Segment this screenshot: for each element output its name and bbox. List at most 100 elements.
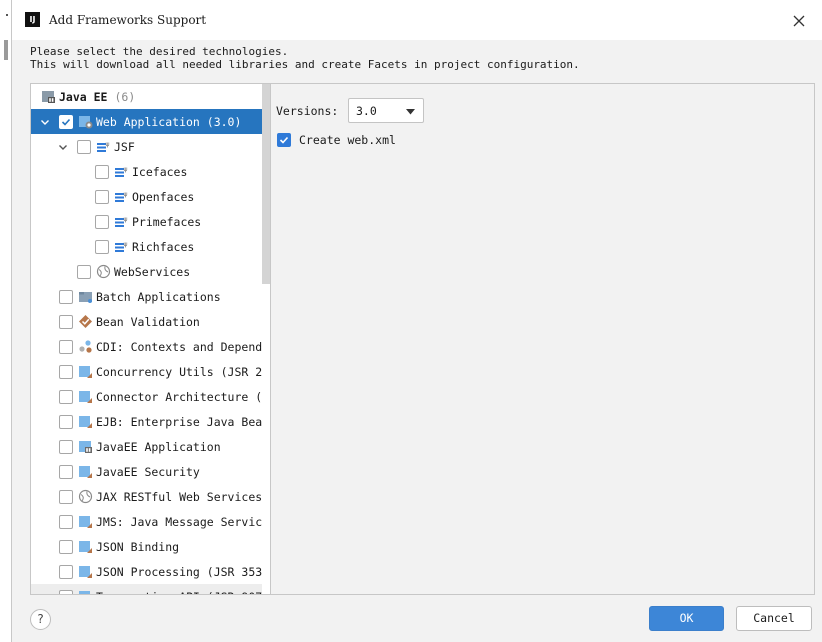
jsf-icon-glyph: ψ bbox=[97, 141, 110, 152]
tree-item[interactable]: WebServices bbox=[31, 259, 262, 284]
tree-item[interactable]: JavaEE Application bbox=[31, 434, 262, 459]
tree-item-checkbox[interactable] bbox=[59, 389, 73, 404]
tree-item-checkbox[interactable] bbox=[59, 289, 73, 304]
web-app-icon bbox=[78, 114, 93, 129]
tree-item[interactable]: EJB: Enterprise Java Beans bbox=[31, 409, 262, 434]
cdi-icon-glyph bbox=[79, 340, 92, 353]
jsf-icon: ψ bbox=[96, 139, 111, 154]
background-window-dot bbox=[6, 14, 8, 16]
tree-item-checkbox[interactable] bbox=[59, 114, 73, 129]
jsf-icon: ψ bbox=[114, 164, 129, 179]
checkmark-icon bbox=[61, 118, 71, 126]
tree-item-checkbox[interactable] bbox=[95, 189, 109, 204]
module-icon-glyph bbox=[79, 541, 92, 553]
tree-item[interactable]: ψ Richfaces bbox=[31, 234, 262, 259]
description-line-2: This will download all needed libraries … bbox=[30, 58, 580, 71]
bean-validation-icon-glyph bbox=[79, 315, 92, 328]
tree-item-checkbox[interactable] bbox=[59, 589, 73, 594]
tree-item-checkbox[interactable] bbox=[59, 364, 73, 379]
dialog-title: Add Frameworks Support bbox=[49, 13, 207, 27]
tree-item-checkbox[interactable] bbox=[59, 464, 73, 479]
close-button[interactable] bbox=[790, 12, 808, 30]
jsf-icon-glyph: ψ bbox=[115, 191, 128, 202]
tree-item-checkbox[interactable] bbox=[59, 539, 73, 554]
versions-dropdown[interactable]: 3.0 bbox=[348, 98, 424, 123]
ok-button[interactable]: OK bbox=[649, 606, 724, 631]
module-icon bbox=[78, 364, 93, 379]
tree-item-checkbox[interactable] bbox=[59, 439, 73, 454]
tree-item-checkbox[interactable] bbox=[59, 489, 73, 504]
javaee-app-icon-glyph bbox=[79, 441, 92, 453]
tree-item[interactable]: Bean Validation bbox=[31, 309, 262, 334]
bean-validation-icon bbox=[78, 314, 93, 329]
tree-item[interactable]: JavaEE Security bbox=[31, 459, 262, 484]
tree-group-count: (6) bbox=[114, 89, 136, 104]
tree-item-label: Primefaces bbox=[132, 214, 202, 229]
globe-icon bbox=[96, 264, 111, 279]
tree-group-java-ee[interactable]: Java EE (6) bbox=[31, 84, 262, 109]
checkmark-icon bbox=[279, 136, 289, 144]
tree-item-checkbox[interactable] bbox=[77, 264, 91, 279]
tree-item-checkbox[interactable] bbox=[59, 339, 73, 354]
globe-icon-glyph bbox=[78, 489, 93, 504]
tree-item-checkbox[interactable] bbox=[95, 214, 109, 229]
tree-item-label: JSON Binding bbox=[96, 539, 180, 554]
tree-item-checkbox[interactable] bbox=[59, 314, 73, 329]
dialog-titlebar: IJ Add Frameworks Support bbox=[12, 0, 822, 40]
tree-item[interactable]: Transaction API (JSR 907) bbox=[31, 584, 262, 594]
module-icon bbox=[78, 539, 93, 554]
chevron-down-icon bbox=[406, 109, 415, 115]
tree-item[interactable]: Connector Architecture (JSR 322) bbox=[31, 384, 262, 409]
module-icon-glyph bbox=[79, 566, 92, 578]
tree-group-label: Java EE bbox=[59, 89, 108, 104]
tree-item[interactable]: JSON Binding bbox=[31, 534, 262, 559]
tree-item-label: CDI: Contexts and Dependency Injection bbox=[96, 339, 262, 354]
module-icon bbox=[78, 464, 93, 479]
chevron-down-icon[interactable] bbox=[39, 116, 51, 128]
tree-item-checkbox[interactable] bbox=[95, 239, 109, 254]
tree-item-checkbox[interactable] bbox=[59, 564, 73, 579]
tree-item[interactable]: Web Application (3.0) bbox=[31, 109, 262, 134]
tree-scrollbar[interactable] bbox=[262, 84, 270, 284]
cancel-button[interactable]: Cancel bbox=[736, 606, 812, 631]
module-icon-glyph bbox=[79, 416, 92, 428]
tree-item-checkbox[interactable] bbox=[77, 139, 91, 154]
module-icon bbox=[78, 414, 93, 429]
module-icon bbox=[78, 564, 93, 579]
tree-item[interactable]: ψ Icefaces bbox=[31, 159, 262, 184]
module-icon-glyph bbox=[79, 466, 92, 478]
tree-item-label: JAX RESTful Web Services bbox=[96, 489, 262, 504]
description-line-1: Please select the desired technologies. bbox=[30, 45, 289, 58]
tree-item[interactable]: JSON Processing (JSR 353) bbox=[31, 559, 262, 584]
jsf-icon: ψ bbox=[114, 239, 129, 254]
create-webxml-checkbox[interactable] bbox=[277, 133, 291, 147]
globe-icon bbox=[78, 489, 93, 504]
module-icon-glyph bbox=[79, 516, 92, 528]
tree-item[interactable]: Batch Applications bbox=[31, 284, 262, 309]
java-ee-group-icon bbox=[41, 89, 56, 104]
background-window-edge bbox=[0, 0, 11, 642]
tree-item-checkbox[interactable] bbox=[59, 414, 73, 429]
tree-item[interactable]: ψ Openfaces bbox=[31, 184, 262, 209]
module-icon bbox=[78, 589, 93, 594]
tree-item-label: Openfaces bbox=[132, 189, 195, 204]
tree-item[interactable]: ψ JSF bbox=[31, 134, 262, 159]
tree-item[interactable]: JAX RESTful Web Services bbox=[31, 484, 262, 509]
module-icon-glyph bbox=[79, 591, 90, 594]
tree-item-checkbox[interactable] bbox=[59, 514, 73, 529]
tree-item-label: JavaEE Security bbox=[96, 464, 200, 479]
tree-item-label: JSF bbox=[114, 139, 135, 154]
chevron-down-icon[interactable] bbox=[57, 141, 69, 153]
tree-item[interactable]: Concurrency Utils (JSR 236) bbox=[31, 359, 262, 384]
module-icon bbox=[78, 514, 93, 529]
versions-selected-value: 3.0 bbox=[356, 104, 377, 118]
cdi-icon bbox=[78, 339, 93, 354]
tree-item[interactable]: ψ Primefaces bbox=[31, 209, 262, 234]
tree-item[interactable]: JMS: Java Message Service bbox=[31, 509, 262, 534]
create-webxml-option[interactable]: Create web.xml bbox=[277, 133, 396, 147]
tree-item-checkbox[interactable] bbox=[95, 164, 109, 179]
jsf-icon-glyph: ψ bbox=[115, 216, 128, 227]
help-button[interactable]: ? bbox=[30, 609, 51, 630]
java-ee-group-glyph bbox=[42, 91, 55, 103]
tree-item[interactable]: CDI: Contexts and Dependency Injection bbox=[31, 334, 262, 359]
